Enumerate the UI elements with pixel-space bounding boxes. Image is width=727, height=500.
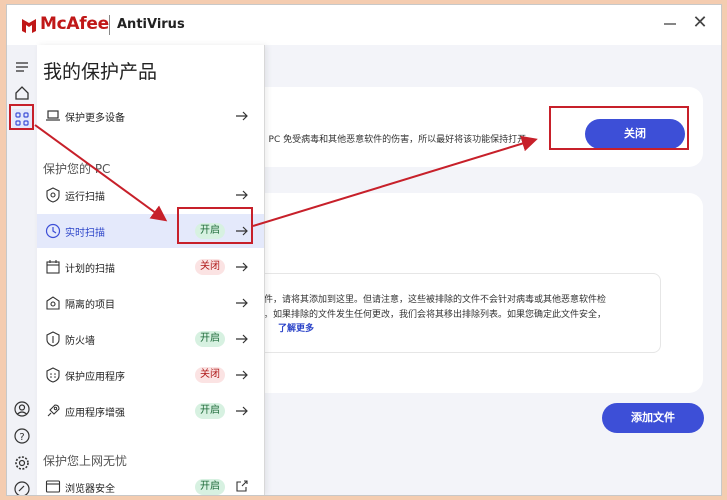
external-link-icon [236, 480, 248, 492]
brand-name: McAfee [40, 14, 109, 34]
mcafee-window: McAfee AntiVirus ✕ J PC 免受病毒和其他恶意软件的伤害，所… [6, 4, 722, 496]
menu-icon[interactable] [12, 57, 32, 77]
learn-more-link[interactable]: 了解更多 [278, 321, 314, 334]
section-protect-web: 保护您上网无忧 [43, 454, 128, 468]
mcafee-shield-icon [22, 19, 36, 33]
menu-item-label: 保护更多设备 [65, 112, 125, 124]
help-icon[interactable]: ? [12, 426, 32, 446]
annotation-box-apps [9, 104, 34, 130]
clock-icon [45, 223, 61, 239]
annotation-box-realtime-toggle [177, 207, 253, 244]
status-badge-off: 关闭 [195, 367, 225, 383]
annotation-box-close-button [549, 106, 689, 150]
section-protect-pc: 保护您的 PC [43, 162, 111, 176]
menu-item-scheduled-scan[interactable]: 计划的扫描 关闭 [37, 250, 264, 284]
menu-item-protect-more-devices[interactable]: 保护更多设备 [37, 99, 264, 133]
feedback-icon[interactable] [12, 479, 32, 495]
scan-icon [46, 187, 60, 203]
settings-icon[interactable] [12, 453, 32, 473]
add-file-button[interactable]: 添加文件 [602, 403, 704, 433]
browser-shield-icon [45, 480, 61, 493]
arrow-right-icon [236, 334, 248, 344]
arrow-right-icon [236, 111, 248, 121]
info-line-2: 。如果排除的文件发生任何更改，我们会将其移出排除列表。如果您确定此文件安全， [264, 310, 607, 320]
menu-item-browser-security[interactable]: 浏览器安全 开启 [37, 470, 264, 495]
arrow-right-icon [236, 370, 248, 380]
excluded-files-info: 件，请将其添加到这里。但请注意，这些被排除的文件不会针对病毒或其他恶意软件检 。… [257, 273, 661, 353]
quarantine-icon [46, 296, 60, 310]
excluded-files-card: 件，请将其添加到这里。但请注意，这些被排除的文件不会针对病毒或其他恶意软件检 。… [227, 193, 703, 393]
svg-text:?: ? [19, 432, 24, 443]
title-bar: McAfee AntiVirus ✕ [7, 5, 721, 45]
menu-item-protect-apps[interactable]: 保护应用程序 关闭 [37, 358, 264, 392]
menu-item-label: 浏览器安全 [65, 483, 115, 495]
menu-item-app-boost[interactable]: 应用程序增强 开启 [37, 394, 264, 428]
menu-item-label: 实时扫描 [65, 227, 105, 239]
menu-item-quarantine[interactable]: 隔离的项目 [37, 286, 264, 320]
status-badge-on: 开启 [195, 479, 225, 495]
laptop-icon [46, 110, 60, 121]
minimize-icon[interactable] [663, 17, 677, 31]
menu-item-firewall[interactable]: 防火墙 开启 [37, 322, 264, 356]
menu-item-label: 运行扫描 [65, 191, 105, 203]
status-badge-off: 关闭 [195, 259, 225, 275]
app-shield-icon [46, 367, 60, 383]
rocket-icon [47, 404, 60, 417]
arrow-right-icon [236, 262, 248, 272]
arrow-right-icon [236, 298, 248, 308]
menu-item-label: 隔离的项目 [65, 299, 115, 311]
calendar-icon [46, 260, 60, 274]
card-description: J PC 免受病毒和其他恶意软件的伤害，所以最好将该功能保持打开 [263, 135, 527, 145]
menu-item-label: 计划的扫描 [65, 263, 115, 275]
menu-title: 我的保护产品 [43, 61, 158, 83]
home-icon[interactable] [12, 83, 32, 103]
menu-item-label: 防火墙 [65, 335, 95, 347]
arrow-right-icon [236, 406, 248, 416]
close-window-icon[interactable]: ✕ [692, 14, 708, 32]
info-line-1: 件，请将其添加到这里。但请注意，这些被排除的文件不会针对病毒或其他恶意软件检 [264, 295, 607, 305]
status-badge-on: 开启 [195, 331, 225, 347]
account-icon[interactable] [12, 399, 32, 419]
arrow-right-icon [236, 190, 248, 200]
brand-divider [109, 15, 110, 35]
menu-item-label: 保护应用程序 [65, 371, 125, 383]
menu-item-label: 应用程序增强 [65, 407, 125, 419]
product-name: AntiVirus [117, 17, 185, 32]
status-badge-on: 开启 [195, 403, 225, 419]
firewall-shield-icon [46, 331, 60, 347]
protection-menu: 我的保护产品 保护更多设备 保护您的 PC 运行扫描 实时扫描 开启 计划的扫描… [37, 45, 265, 495]
